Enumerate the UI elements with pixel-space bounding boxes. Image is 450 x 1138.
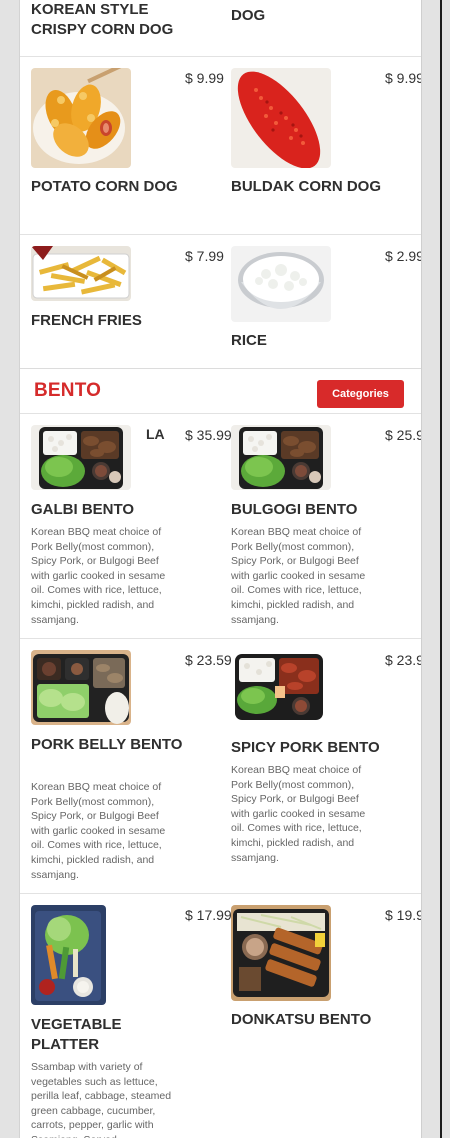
item-description: Korean BBQ meat choice of Pork Belly(mos… <box>31 526 166 626</box>
french-fries-image <box>31 246 131 301</box>
galbi-bento-image <box>31 425 131 490</box>
item-name: KOREAN STYLE CRISPY CORN DOG <box>31 1 174 38</box>
item-name: VEGETABLE PLATTER <box>31 1016 122 1053</box>
item-name: FRENCH FRIES <box>31 312 142 329</box>
item-name: SPICY PORK BENTO <box>231 739 380 756</box>
section-title: BENTO <box>34 380 102 401</box>
item-price: $ 9.99 <box>185 70 224 86</box>
categories-button[interactable]: Categories <box>317 380 404 408</box>
pork-belly-bento-image <box>31 650 131 725</box>
item-name: BULDAK CORN DOG <box>231 178 381 195</box>
item-price: $ 35.99 <box>185 427 231 443</box>
bulgogi-bento-image <box>231 425 331 490</box>
menu-item-galbi-bento[interactable]: LA $ 35.99 GALBI BENTO Korean BBQ meat c… <box>31 414 231 639</box>
spicy-pork-bento-image <box>231 652 325 722</box>
item-price: $ 23.99 <box>385 652 421 668</box>
menu-row: $ 9.99 POTATO CORN DOG $ 9.99 BULDAK COR… <box>20 57 422 235</box>
menu-row: KOREAN STYLE CRISPY CORN DOG MOZZARELLA … <box>20 0 421 57</box>
menu-row: $ 7.99 FRENCH FRIES $ 2.99 RICE <box>20 235 422 368</box>
window-edge <box>440 0 442 1138</box>
item-badge: LA <box>146 426 165 442</box>
item-price: $ 2.99 <box>385 248 422 264</box>
item-description: Korean BBQ meat choice of Pork Belly(mos… <box>31 781 166 881</box>
item-name: RICE <box>231 332 267 349</box>
item-description: Korean BBQ meat choice of Pork Belly(mos… <box>231 764 366 864</box>
item-name: PORK BELLY BENTO <box>31 736 183 753</box>
menu-item-rice[interactable]: $ 2.99 RICE <box>231 235 422 368</box>
rice-image <box>231 246 331 322</box>
item-price: $ 9.99 <box>385 70 422 86</box>
item-price: $ 25.99 <box>385 427 421 443</box>
menu-item-korean-corn-dog[interactable]: KOREAN STYLE CRISPY CORN DOG <box>31 0 231 57</box>
menu-item-potato-corn-dog[interactable]: $ 9.99 POTATO CORN DOG <box>31 57 231 235</box>
item-name: GALBI BENTO <box>31 501 135 518</box>
buldak-corn-dog-image <box>231 68 331 168</box>
menu-item-mozzarella-corn-dog[interactable]: MOZZARELLA CORN DOG <box>231 0 421 57</box>
menu-row: $ 17.99 VEGETABLE PLATTER Ssambap with v… <box>20 894 421 1138</box>
menu-item-buldak-corn-dog[interactable]: $ 9.99 BULDAK CORN DOG <box>231 57 422 235</box>
menu-item-bulgogi-bento[interactable]: $ 25.99 BULGOGI BENTO Korean BBQ meat ch… <box>231 414 421 639</box>
item-name: MOZZARELLA CORN DOG <box>231 0 382 24</box>
donkatsu-bento-image <box>231 905 331 1001</box>
potato-corn-dog-image <box>31 68 131 168</box>
item-name: DONKATSU BENTO <box>231 1011 372 1028</box>
item-description: Korean BBQ meat choice of Pork Belly(mos… <box>231 526 366 626</box>
menu-item-french-fries[interactable]: $ 7.99 FRENCH FRIES <box>31 235 231 368</box>
item-price: $ 19.99 <box>385 907 421 923</box>
item-name: POTATO CORN DOG <box>31 178 178 195</box>
menu-item-spicy-pork-bento[interactable]: $ 23.99 SPICY PORK BENTO Korean BBQ meat… <box>231 639 421 894</box>
menu-row: LA $ 35.99 GALBI BENTO Korean BBQ meat c… <box>20 414 421 639</box>
menu-item-pork-belly-bento[interactable]: $ 23.59 PORK BELLY BENTO Korean BBQ meat… <box>31 639 231 894</box>
item-name: BULGOGI BENTO <box>231 501 358 518</box>
vegetable-platter-image <box>31 905 106 1005</box>
item-price: $ 7.99 <box>185 248 224 264</box>
item-description: Ssambap with variety of vegetables such … <box>31 1061 172 1138</box>
menu-row: $ 23.59 PORK BELLY BENTO Korean BBQ meat… <box>20 639 421 894</box>
menu-item-donkatsu-bento[interactable]: $ 19.99 DONKATSU BENTO <box>231 894 421 1138</box>
item-price: $ 23.59 <box>185 652 231 668</box>
item-price: $ 17.99 <box>185 907 231 923</box>
menu-panel: KOREAN STYLE CRISPY CORN DOG MOZZARELLA … <box>19 0 422 1138</box>
menu-item-vegetable-platter[interactable]: $ 17.99 VEGETABLE PLATTER Ssambap with v… <box>31 894 231 1138</box>
section-header-bento: BENTO Categories <box>20 368 421 414</box>
